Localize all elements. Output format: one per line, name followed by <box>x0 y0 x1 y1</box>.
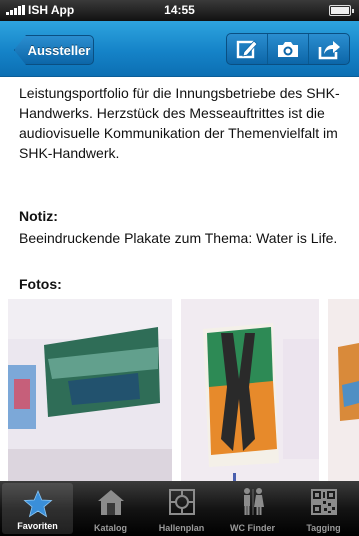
navigation-bar: Aussteller <box>0 21 359 77</box>
tab-bar: Favoriten Katalog Hallenplan WC Finder T… <box>0 481 359 536</box>
action-button-group <box>226 33 350 65</box>
star-icon <box>22 489 53 518</box>
note-text: Beeindruckende Plakate zum Thema: Water … <box>19 230 338 246</box>
status-bar: ISH App 14:55 <box>0 0 359 21</box>
photo-thumbnail[interactable] <box>8 299 172 481</box>
tab-label: Hallenplan <box>158 523 205 533</box>
tab-label: Katalog <box>93 523 127 533</box>
status-time: 14:55 <box>164 3 195 17</box>
exhibitor-detail[interactable]: Leistungsportfolio für die Innungsbetrie… <box>0 77 359 481</box>
share-button[interactable] <box>309 34 349 64</box>
house-icon <box>97 490 124 515</box>
back-button[interactable]: Aussteller <box>14 35 94 65</box>
restroom-icon <box>243 488 264 515</box>
tab-label: Favoriten <box>17 521 58 531</box>
note-heading: Notiz: <box>19 208 58 224</box>
battery-icon <box>329 5 354 16</box>
tab-label: WC Finder <box>230 523 275 533</box>
floorplan-icon <box>168 489 195 515</box>
poster-photo-image <box>328 299 359 481</box>
qr-code-icon <box>310 489 337 515</box>
edit-icon <box>236 40 258 59</box>
edit-button[interactable] <box>227 34 268 64</box>
photo-thumbnail[interactable] <box>181 299 319 481</box>
poster-photo-image <box>8 299 172 481</box>
camera-button[interactable] <box>268 34 309 64</box>
share-icon <box>318 41 340 60</box>
tab-hallenplan[interactable]: Hallenplan <box>146 481 217 536</box>
photo-thumbnail[interactable] <box>328 299 359 481</box>
tab-label: Tagging <box>306 523 341 533</box>
tab-favoriten[interactable]: Favoriten <box>2 483 73 534</box>
tab-katalog[interactable]: Katalog <box>75 481 146 536</box>
exhibitor-description: Leistungsportfolio für die Innungsbetrie… <box>19 85 340 161</box>
photos-heading: Fotos: <box>19 276 62 292</box>
camera-icon <box>278 42 298 57</box>
tab-tagging[interactable]: Tagging <box>288 481 359 536</box>
poster-photo-image <box>181 299 319 481</box>
back-button-label: Aussteller <box>27 42 91 58</box>
tab-wc-finder[interactable]: WC Finder <box>217 481 288 536</box>
